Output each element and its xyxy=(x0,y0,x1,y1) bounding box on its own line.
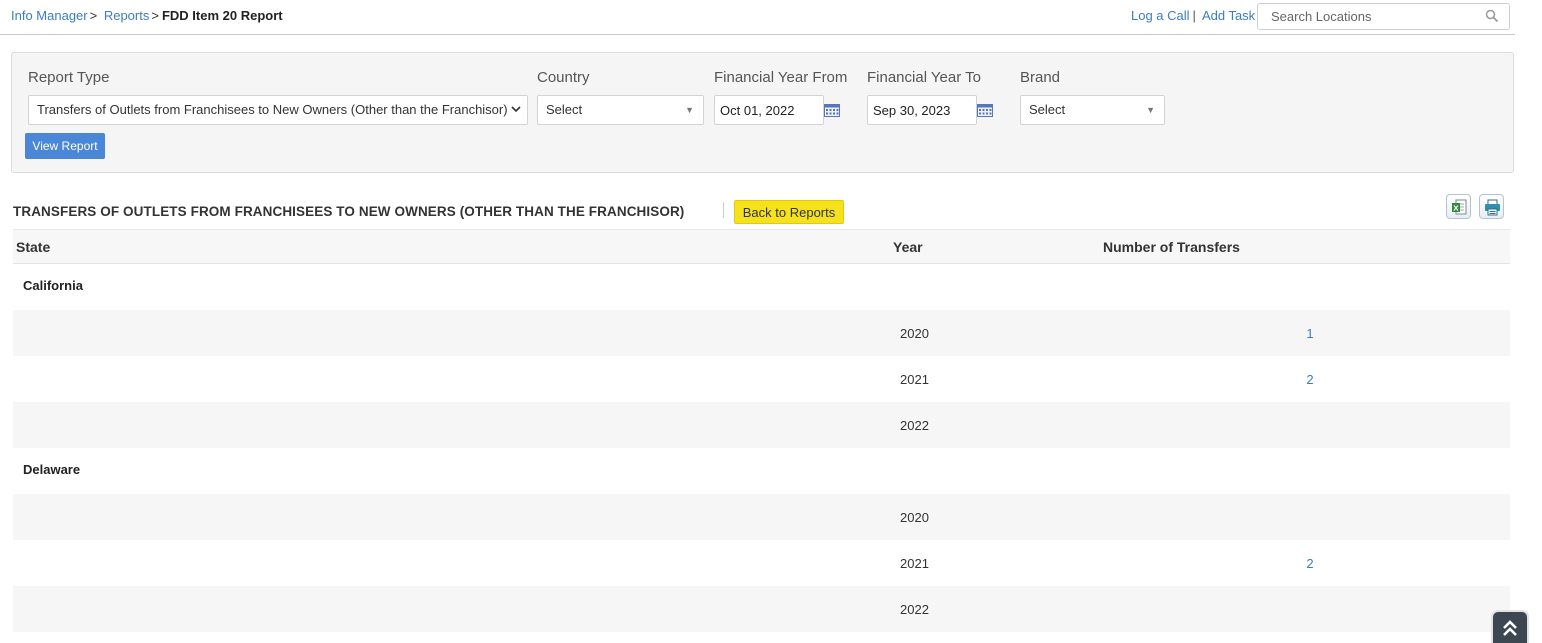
link-separator: | xyxy=(1192,8,1196,23)
year-cell: 2022 xyxy=(900,418,929,433)
brand-value: Select xyxy=(1029,102,1066,117)
transfers-link[interactable]: 1 xyxy=(1303,326,1317,341)
country-label: Country xyxy=(537,69,590,86)
top-links: Log a Call | Add Task xyxy=(1131,8,1255,23)
state-group-row: Delaware xyxy=(13,448,1510,494)
table-header: State Year Number of Transfers xyxy=(13,229,1510,264)
year-cell: 2021 xyxy=(900,556,929,571)
table-row: 2021 2 xyxy=(13,540,1510,586)
brand-select[interactable]: Select ▼ xyxy=(1020,95,1165,125)
print-icon xyxy=(1485,199,1500,216)
search-box xyxy=(1257,3,1510,30)
fy-from-label: Financial Year From xyxy=(714,69,848,86)
chevron-down-icon xyxy=(511,106,521,113)
year-cell: 2020 xyxy=(900,326,929,341)
report-filter-panel: Report Type Transfers of Outlets from Fr… xyxy=(11,52,1514,173)
dropdown-arrow-icon: ▼ xyxy=(685,105,694,115)
column-header-state: State xyxy=(16,239,51,255)
table-row: 2020 1 xyxy=(13,310,1510,356)
breadcrumb-separator: > xyxy=(151,8,159,23)
fy-from-input[interactable]: Oct 01, 2022 xyxy=(714,95,824,125)
column-header-year: Year xyxy=(893,239,923,255)
country-value: Select xyxy=(546,102,583,117)
view-report-button[interactable]: View Report xyxy=(25,133,105,159)
year-cell: 2020 xyxy=(900,510,929,525)
excel-export-icon: X xyxy=(1452,199,1467,215)
calendar-icon[interactable] xyxy=(977,104,993,117)
column-header-transfers: Number of Transfers xyxy=(1103,239,1240,255)
table-row: 2020 xyxy=(13,494,1510,540)
title-divider xyxy=(723,202,724,218)
report-type-label: Report Type xyxy=(28,69,110,86)
search-icon[interactable] xyxy=(1485,9,1499,23)
report-type-value: Transfers of Outlets from Franchisees to… xyxy=(37,102,508,117)
fy-to-input[interactable]: Sep 30, 2023 xyxy=(867,95,977,125)
export-excel-button[interactable]: X xyxy=(1446,194,1471,219)
dropdown-arrow-icon: ▼ xyxy=(1146,105,1155,115)
state-name: California xyxy=(23,278,83,293)
fy-to-label: Financial Year To xyxy=(867,69,981,86)
report-table: State Year Number of Transfers Californi… xyxy=(13,229,1510,632)
breadcrumb: Info Manager > Reports > FDD Item 20 Report xyxy=(11,8,283,23)
double-chevron-up-icon xyxy=(1503,620,1517,636)
back-to-reports-button[interactable]: Back to Reports xyxy=(734,200,844,224)
table-row: 2022 xyxy=(13,586,1510,632)
brand-label: Brand xyxy=(1020,69,1061,86)
search-input[interactable] xyxy=(1258,4,1473,29)
state-group-row: California xyxy=(13,264,1510,310)
breadcrumb-separator: > xyxy=(89,8,98,23)
country-select[interactable]: Select ▼ xyxy=(537,95,704,125)
print-button[interactable] xyxy=(1479,194,1504,219)
transfers-link[interactable]: 2 xyxy=(1303,556,1317,571)
state-name: Delaware xyxy=(23,462,81,477)
breadcrumb-current: FDD Item 20 Report xyxy=(161,8,283,23)
report-type-select[interactable]: Transfers of Outlets from Franchisees to… xyxy=(28,95,528,125)
year-cell: 2021 xyxy=(900,372,929,387)
calendar-icon[interactable] xyxy=(824,104,840,117)
table-row: 2021 2 xyxy=(13,356,1510,402)
top-bar: Info Manager > Reports > FDD Item 20 Report… xyxy=(0,0,1515,35)
svg-text:X: X xyxy=(1453,205,1459,213)
breadcrumb-reports[interactable]: Reports xyxy=(104,8,150,23)
log-call-link[interactable]: Log a Call xyxy=(1131,8,1190,23)
scroll-to-top-button[interactable] xyxy=(1493,612,1527,643)
breadcrumb-info-manager[interactable]: Info Manager xyxy=(11,8,88,23)
add-task-link[interactable]: Add Task xyxy=(1202,8,1255,23)
transfers-link[interactable]: 2 xyxy=(1303,372,1317,387)
year-cell: 2022 xyxy=(900,602,929,617)
table-row: 2022 xyxy=(13,402,1510,448)
report-title: TRANSFERS OF OUTLETS FROM FRANCHISEES TO… xyxy=(13,204,685,219)
